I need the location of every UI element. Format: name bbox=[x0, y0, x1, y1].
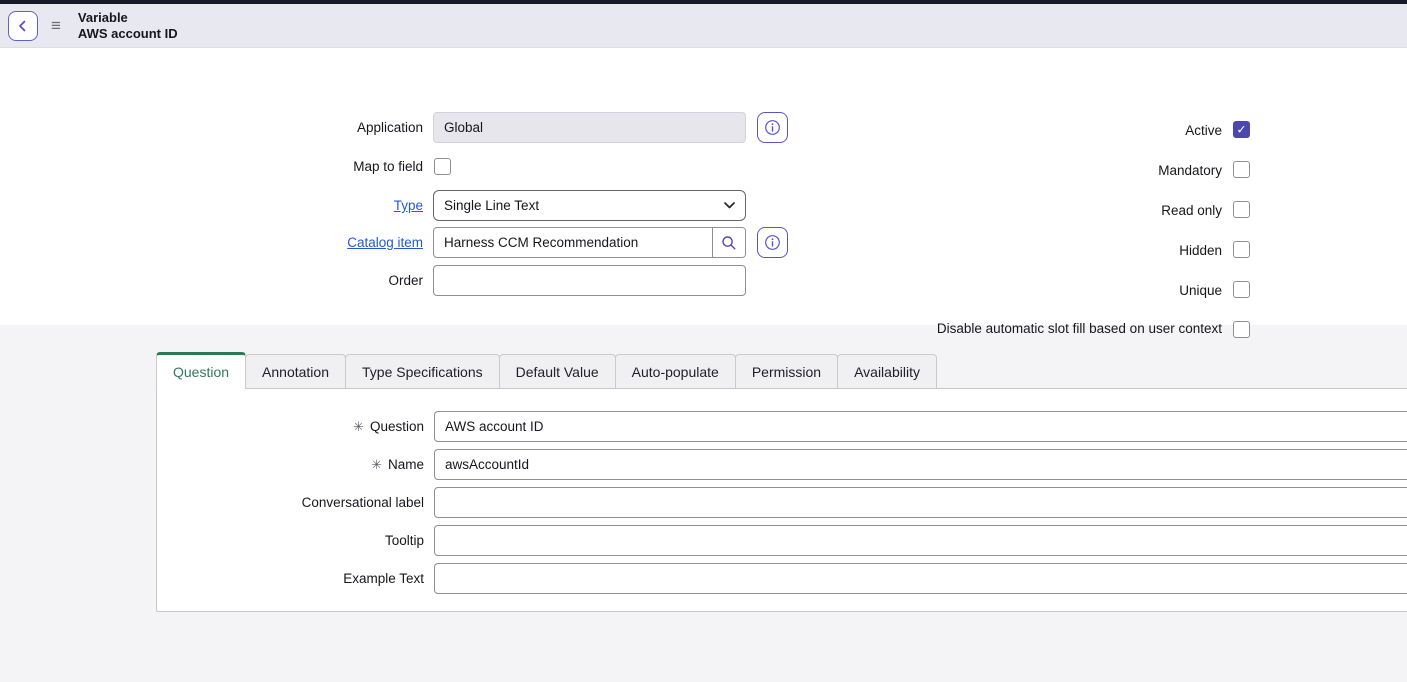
name-label-text: Name bbox=[388, 457, 424, 472]
example-text-label-text: Example Text bbox=[343, 571, 424, 586]
tooltip-label-text: Tooltip bbox=[385, 533, 424, 548]
active-checkbox[interactable]: ✓ bbox=[1233, 121, 1250, 138]
tab-auto-populate[interactable]: Auto-populate bbox=[615, 354, 736, 389]
form-header: ≡ Variable AWS account ID bbox=[0, 4, 1407, 48]
conversational-label-text: Conversational label bbox=[302, 495, 424, 510]
hidden-label: Hidden bbox=[935, 242, 1222, 260]
order-input[interactable] bbox=[433, 265, 746, 296]
info-icon bbox=[764, 234, 781, 251]
mandatory-label: Mandatory bbox=[935, 162, 1222, 180]
type-label: Type bbox=[153, 190, 423, 221]
question-tab-panel: ✳ Question ✳ Name Conversational label T… bbox=[156, 388, 1407, 612]
mandatory-checkbox[interactable]: ✓ bbox=[1233, 161, 1250, 178]
catalog-item-search-button[interactable] bbox=[712, 228, 745, 257]
tab-annotation[interactable]: Annotation bbox=[245, 354, 346, 389]
name-input[interactable] bbox=[434, 449, 1407, 480]
catalog-item-label: Catalog item bbox=[153, 227, 423, 258]
tab-question[interactable]: Question bbox=[156, 352, 246, 389]
question-label-text: Question bbox=[370, 419, 424, 434]
check-icon: ✓ bbox=[1236, 123, 1246, 135]
read-only-checkbox[interactable]: ✓ bbox=[1233, 201, 1250, 218]
disable-slot-fill-label: Disable automatic slot fill based on use… bbox=[935, 320, 1222, 338]
unique-label: Unique bbox=[935, 282, 1222, 300]
example-text-input[interactable] bbox=[434, 563, 1407, 594]
catalog-item-input[interactable] bbox=[434, 228, 712, 257]
back-chevron-icon bbox=[16, 19, 30, 33]
tooltip-input[interactable] bbox=[434, 525, 1407, 556]
active-label: Active bbox=[935, 122, 1222, 140]
context-menu-icon[interactable]: ≡ bbox=[51, 17, 61, 34]
mandatory-icon: ✳ bbox=[353, 420, 364, 433]
chevron-down-icon bbox=[724, 202, 735, 209]
tab-availability[interactable]: Availability bbox=[837, 354, 937, 389]
map-to-field-checkbox[interactable]: ✓ bbox=[434, 158, 451, 175]
back-button[interactable] bbox=[8, 11, 38, 41]
mandatory-icon: ✳ bbox=[371, 458, 382, 471]
example-text-label: Example Text bbox=[157, 563, 424, 594]
question-input[interactable] bbox=[434, 411, 1407, 442]
tab-default-value[interactable]: Default Value bbox=[499, 354, 616, 389]
catalog-item-lookup bbox=[433, 227, 746, 258]
record-title: AWS account ID bbox=[78, 26, 178, 42]
catalog-item-label-link[interactable]: Catalog item bbox=[347, 235, 423, 250]
hidden-checkbox[interactable]: ✓ bbox=[1233, 241, 1250, 258]
tooltip-label: Tooltip bbox=[157, 525, 424, 556]
type-select-value: Single Line Text bbox=[444, 198, 539, 213]
application-label: Application bbox=[153, 112, 423, 143]
search-icon bbox=[721, 235, 737, 251]
type-select[interactable]: Single Line Text bbox=[433, 190, 746, 221]
info-icon bbox=[764, 119, 781, 136]
conversational-label-label: Conversational label bbox=[157, 487, 424, 518]
header-title: Variable AWS account ID bbox=[78, 10, 178, 42]
variable-form: Application Map to field ✓ Type Single L… bbox=[0, 49, 1407, 325]
disable-slot-fill-checkbox[interactable]: ✓ bbox=[1233, 321, 1250, 338]
question-label: ✳ Question bbox=[157, 411, 424, 442]
application-input[interactable] bbox=[433, 112, 746, 143]
unique-checkbox[interactable]: ✓ bbox=[1233, 281, 1250, 298]
map-to-field-label: Map to field bbox=[153, 158, 423, 176]
type-label-link[interactable]: Type bbox=[394, 198, 423, 213]
read-only-label: Read only bbox=[935, 202, 1222, 220]
record-type-title: Variable bbox=[78, 10, 178, 26]
conversational-label-input[interactable] bbox=[434, 487, 1407, 518]
tab-type-specifications[interactable]: Type Specifications bbox=[345, 354, 500, 389]
application-info-button[interactable] bbox=[757, 112, 788, 143]
tab-permission[interactable]: Permission bbox=[735, 354, 838, 389]
form-tabs: Question Annotation Type Specifications … bbox=[156, 352, 937, 389]
order-label: Order bbox=[153, 265, 423, 296]
name-label: ✳ Name bbox=[157, 449, 424, 480]
catalog-item-info-button[interactable] bbox=[757, 227, 788, 258]
